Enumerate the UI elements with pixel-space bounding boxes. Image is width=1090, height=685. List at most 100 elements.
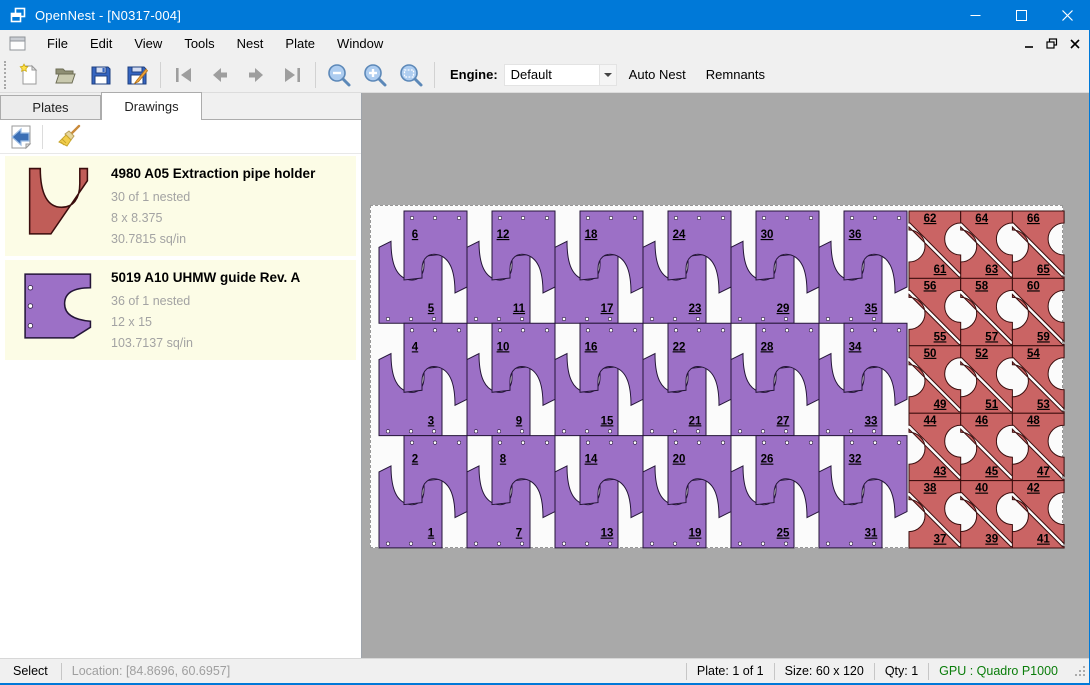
new-file-button[interactable] — [14, 60, 44, 90]
drill-hole — [849, 542, 852, 545]
drill-hole — [609, 329, 612, 332]
minimize-icon — [970, 10, 981, 21]
plate-status: Plate: 1 of 1 — [687, 659, 774, 683]
drill-hole — [608, 542, 611, 545]
next-plate-button[interactable] — [241, 60, 271, 90]
drill-hole — [409, 430, 412, 433]
mdi-restore-icon[interactable] — [1046, 38, 1058, 49]
drill-hole — [696, 430, 699, 433]
app-icon — [10, 7, 26, 23]
toolbar-separator — [160, 62, 161, 88]
clear-drawings-button[interactable] — [55, 123, 85, 151]
close-button[interactable] — [1044, 0, 1090, 30]
part-number: 1 — [428, 528, 435, 540]
drill-hole — [738, 542, 741, 545]
plate[interactable]: 6512111817242330293635431091615222128273… — [370, 205, 1063, 548]
part-number: 54 — [1027, 348, 1040, 360]
part-number: 50 — [924, 348, 937, 360]
menu-tools[interactable]: Tools — [173, 30, 225, 57]
panel-toolbar-separator — [42, 125, 43, 149]
drill-hole — [738, 317, 741, 320]
part-number: 6 — [412, 229, 418, 241]
opennest-window: OpenNest - [N0317-004] File Edit View To… — [0, 0, 1090, 685]
part-number: 41 — [1037, 534, 1050, 546]
qty-status: Qty: 1 — [875, 659, 928, 683]
drawing-title: 5019 A10 UHMW guide Rev. A — [111, 270, 300, 285]
part-number: 4 — [412, 341, 419, 353]
drill-hole — [761, 430, 764, 433]
part-number: 53 — [1037, 399, 1050, 411]
drill-hole — [872, 542, 875, 545]
part-number: 46 — [975, 415, 988, 427]
zoom-in-button[interactable] — [360, 60, 390, 90]
drill-hole — [410, 329, 413, 332]
menu-bar: File Edit View Tools Nest Plate Window — [0, 30, 1090, 57]
part-number: 5 — [428, 303, 435, 315]
first-plate-button[interactable] — [169, 60, 199, 90]
drill-hole — [761, 317, 764, 320]
part-number: 11 — [513, 303, 526, 315]
menu-window[interactable]: Window — [326, 30, 394, 57]
drill-hole — [850, 329, 853, 332]
save-as-button[interactable] — [122, 60, 152, 90]
part-number: 65 — [1037, 264, 1050, 276]
drill-hole — [697, 216, 700, 219]
drill-hole — [650, 317, 653, 320]
nest-layout: 6512111817242330293635431091615222128273… — [370, 205, 1065, 550]
tab-drawings[interactable]: Drawings — [101, 92, 202, 120]
drawing-item[interactable]: 4980 A05 Extraction pipe holder 30 of 1 … — [5, 156, 356, 256]
menu-view[interactable]: View — [123, 30, 173, 57]
drill-hole — [433, 441, 436, 444]
drawing-item[interactable]: 5019 A10 UHMW guide Rev. A 36 of 1 neste… — [5, 260, 356, 360]
nest-canvas[interactable]: 6512111817242330293635431091615222128273… — [362, 93, 1090, 658]
part-number: 21 — [689, 415, 702, 427]
maximize-button[interactable] — [998, 0, 1044, 30]
last-plate-button[interactable] — [277, 60, 307, 90]
drill-hole — [409, 317, 412, 320]
part-number: 64 — [975, 213, 988, 225]
close-icon — [1062, 10, 1073, 21]
part-number: 49 — [934, 399, 947, 411]
drill-hole — [762, 441, 765, 444]
minimize-button[interactable] — [952, 0, 998, 30]
part-number: 55 — [934, 331, 947, 343]
drill-hole — [386, 542, 389, 545]
location-status: Location: [84.8696, 60.6957] — [62, 659, 240, 683]
engine-dropdown-button[interactable] — [600, 64, 617, 86]
menu-file[interactable]: File — [36, 30, 79, 57]
drill-hole — [809, 441, 812, 444]
import-drawing-button[interactable] — [6, 123, 36, 151]
part-number: 40 — [975, 483, 988, 495]
drill-hole — [785, 216, 788, 219]
remnants-button[interactable]: Remnants — [698, 67, 773, 82]
menu-edit[interactable]: Edit — [79, 30, 123, 57]
drill-hole — [585, 430, 588, 433]
part-number: 42 — [1027, 483, 1040, 495]
zoom-fit-button[interactable] — [396, 60, 426, 90]
part-number: 15 — [601, 415, 614, 427]
drill-hole — [457, 441, 460, 444]
previous-plate-button[interactable] — [205, 60, 235, 90]
zoom-out-button[interactable] — [324, 60, 354, 90]
mdi-close-icon[interactable] — [1070, 39, 1080, 49]
auto-nest-button[interactable]: Auto Nest — [621, 67, 694, 82]
drill-hole — [410, 216, 413, 219]
part-number: 52 — [975, 348, 988, 360]
resize-grip[interactable] — [1074, 665, 1086, 677]
part-number: 17 — [601, 303, 614, 315]
mdi-document-icon — [9, 36, 26, 51]
part-number: 31 — [865, 528, 878, 540]
engine-combobox[interactable]: Default — [504, 64, 600, 86]
mdi-minimize-icon[interactable] — [1024, 39, 1034, 49]
drill-hole — [784, 542, 787, 545]
tab-plates[interactable]: Plates — [0, 95, 101, 119]
menu-nest[interactable]: Nest — [226, 30, 275, 57]
drill-hole — [633, 216, 636, 219]
menu-plate[interactable]: Plate — [274, 30, 326, 57]
size-status: Size: 60 x 120 — [775, 659, 874, 683]
status-bar: Select Location: [84.8696, 60.6957] Plat… — [0, 658, 1090, 683]
open-button[interactable] — [50, 60, 80, 90]
part-number: 66 — [1027, 213, 1040, 225]
drill-hole — [521, 216, 524, 219]
save-button[interactable] — [86, 60, 116, 90]
